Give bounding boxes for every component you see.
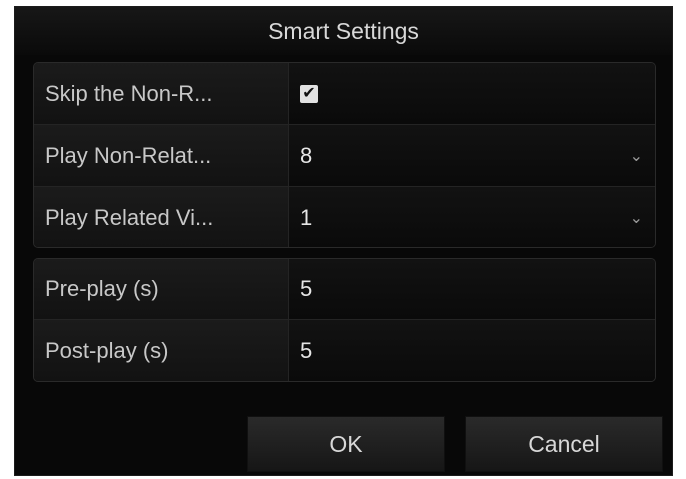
input-value: 5 [300, 276, 313, 301]
setting-label: Post-play (s) [34, 320, 289, 381]
play-related-select[interactable]: 1 ⌄ [289, 187, 655, 247]
chevron-down-icon[interactable]: ⌄ [630, 146, 643, 166]
setting-row-play-non-related: Play Non-Relat... 8 ⌄ [34, 125, 655, 187]
select-value: 8 [300, 142, 313, 168]
setting-label: Play Related Vi... [34, 187, 289, 247]
checkmark-icon[interactable]: ✔ [300, 84, 318, 103]
setting-label: Pre-play (s) [34, 259, 289, 319]
skip-non-related-checkbox[interactable]: ✔ [289, 63, 655, 124]
chevron-down-icon[interactable]: ⌄ [630, 208, 643, 228]
select-value: 1 [300, 205, 313, 230]
pre-play-input[interactable]: 5 [289, 259, 655, 319]
playback-settings-group: Skip the Non-R... ✔ Play Non-Relat... 8 … [33, 62, 656, 248]
ok-button[interactable]: OK [247, 416, 445, 472]
setting-row-post-play: Post-play (s) 5 [34, 320, 655, 381]
timing-settings-group: Pre-play (s) 5 Post-play (s) 5 [33, 258, 656, 382]
setting-label: Play Non-Relat... [34, 125, 289, 186]
cancel-button[interactable]: Cancel [465, 416, 663, 472]
dialog-title: Smart Settings [15, 7, 672, 55]
input-value: 5 [300, 337, 313, 363]
smart-settings-dialog: Smart Settings Skip the Non-R... ✔ Play … [14, 6, 673, 476]
setting-row-pre-play: Pre-play (s) 5 [34, 259, 655, 320]
dialog-title-text: Smart Settings [268, 17, 419, 44]
setting-row-play-related: Play Related Vi... 1 ⌄ [34, 187, 655, 247]
setting-row-skip-non-related: Skip the Non-R... ✔ [34, 63, 655, 125]
play-non-related-select[interactable]: 8 ⌄ [289, 125, 655, 186]
setting-label: Skip the Non-R... [34, 63, 289, 124]
post-play-input[interactable]: 5 [289, 320, 655, 381]
